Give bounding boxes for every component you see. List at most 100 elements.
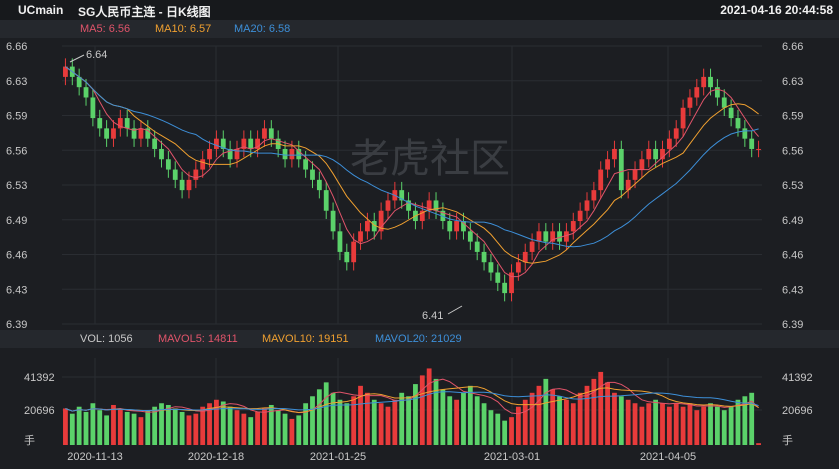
- volume-bar: [646, 403, 652, 445]
- volume-bar: [337, 399, 343, 445]
- price-tick-right: 6.43: [782, 284, 803, 296]
- candle-body: [447, 221, 453, 232]
- candle-body: [207, 148, 212, 160]
- candle-body: [152, 138, 158, 149]
- volume-bar: [330, 392, 336, 445]
- price-tick-right: 6.63: [782, 76, 803, 88]
- volume-bar: [193, 413, 199, 445]
- candle-body: [735, 118, 741, 129]
- candle-body: [673, 128, 679, 139]
- candle-body: [522, 251, 528, 263]
- volume-bar: [605, 382, 610, 445]
- volume-bar: [577, 392, 583, 445]
- volume-bar: [708, 403, 713, 445]
- volume-bar: [502, 420, 508, 445]
- price-tick-left: 6.66: [6, 41, 27, 53]
- volume-bar: [111, 404, 116, 445]
- volume-bar: [69, 413, 75, 445]
- volume-bar: [117, 408, 123, 445]
- volume-bar: [83, 411, 89, 445]
- volume-tick-left: 41392: [24, 372, 55, 384]
- candle-body: [502, 282, 508, 294]
- volume-bar: [358, 385, 363, 445]
- candle-body: [694, 87, 700, 98]
- volume-bar: [467, 385, 473, 445]
- volume-bar: [495, 413, 501, 445]
- candle-body: [303, 159, 309, 170]
- volume-bar: [262, 408, 267, 445]
- candlestick-chart[interactable]: 老虎社区 6.66 6.63 6.59 6.56 6.53 6.49 6.46 6.43 6.3…: [0, 0, 839, 469]
- volume-bar: [474, 396, 480, 445]
- volume-bar: [632, 403, 638, 445]
- volume-bar: [426, 368, 432, 445]
- candle-body: [268, 128, 274, 139]
- volume-bar: [564, 399, 569, 445]
- candle-body: [612, 148, 617, 160]
- candle-body: [481, 251, 487, 263]
- date-tick: 2020-12-18: [188, 451, 244, 463]
- volume-bar: [522, 399, 528, 445]
- volume-bar: [406, 396, 411, 445]
- volume-bar: [255, 411, 260, 445]
- price-tick-right: 6.53: [782, 180, 803, 192]
- candle-body: [97, 118, 103, 129]
- candle-body: [728, 107, 734, 119]
- price-tick-left: 6.49: [6, 215, 27, 227]
- candle-body: [646, 148, 652, 160]
- volume-bar: [701, 406, 707, 445]
- watermark-text: 老虎社区: [350, 136, 510, 182]
- candle-body: [618, 148, 624, 191]
- volume-bar: [481, 403, 487, 445]
- volume-axis-right: 41392 20696 手: [782, 372, 813, 447]
- volume-bars-layer: [63, 368, 761, 445]
- candle-body: [536, 231, 542, 242]
- candle-body: [165, 159, 171, 170]
- candle-body: [680, 107, 686, 129]
- price-tick-left: 6.53: [6, 180, 27, 192]
- volume-bar: [618, 396, 624, 445]
- candle-body: [653, 148, 659, 160]
- volume-bar: [529, 392, 535, 445]
- candle-body: [756, 148, 761, 150]
- volume-bar: [756, 443, 761, 445]
- price-tick-left: 6.63: [6, 76, 27, 88]
- candle-body: [90, 97, 96, 119]
- volume-bar: [557, 396, 562, 445]
- candle-body: [467, 231, 473, 242]
- price-tick-right: 6.59: [782, 111, 803, 123]
- candle-body: [83, 87, 89, 98]
- candle-body: [474, 241, 480, 252]
- candle-body: [749, 138, 755, 149]
- volume-bar: [131, 413, 137, 445]
- candle-body: [200, 159, 206, 170]
- volume-bar: [392, 399, 398, 445]
- date-tick: 2020-11-13: [67, 451, 122, 463]
- volume-bar: [749, 392, 755, 445]
- price-tick-right: 6.46: [782, 250, 803, 262]
- volume-tick-left: 20696: [24, 405, 55, 417]
- price-axis-right: 6.66 6.63 6.59 6.56 6.53 6.49 6.46 6.43 6.39: [782, 41, 803, 331]
- candle-body: [584, 200, 590, 211]
- volume-bar: [673, 403, 679, 445]
- volume-bar: [310, 396, 315, 445]
- volume-bar: [639, 406, 645, 445]
- volume-bar: [323, 382, 329, 445]
- candle-body: [454, 221, 460, 232]
- price-tick-left: 6.59: [6, 111, 27, 123]
- volume-tick-right: 41392: [782, 372, 813, 384]
- candle-body: [214, 138, 219, 149]
- price-tick-right: 6.49: [782, 215, 803, 227]
- candle-body: [591, 190, 597, 201]
- volume-bar: [721, 410, 727, 445]
- volume-bar: [447, 396, 453, 445]
- candle-body: [385, 200, 391, 211]
- low-annotation: 6.41: [422, 310, 443, 322]
- volume-bar: [145, 410, 151, 445]
- volume-bar: [461, 392, 466, 445]
- volume-bar: [344, 403, 350, 445]
- price-tick-left: 6.46: [6, 250, 27, 262]
- volume-bar: [488, 410, 494, 445]
- candle-body: [570, 221, 576, 232]
- volume-bar: [454, 399, 460, 445]
- price-axis-left: 6.66 6.63 6.59 6.56 6.53 6.49 6.46 6.43 6.39: [6, 41, 27, 331]
